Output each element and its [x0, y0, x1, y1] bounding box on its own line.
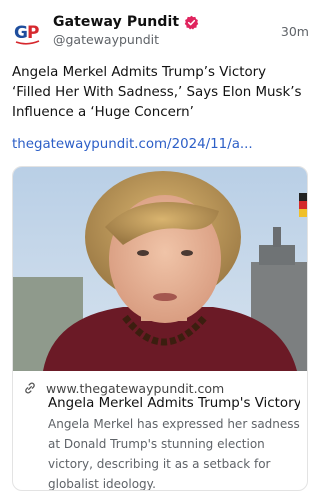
gateway-pundit-logo: G P [14, 23, 39, 45]
card-domain: www.thegatewaypundit.com [46, 380, 225, 396]
account-handle: @gatewaypundit [53, 32, 160, 47]
card-domain-row: www.thegatewaypundit.com [23, 379, 224, 397]
card-title[interactable]: Angela Merkel Admits Trump's Victory... [48, 396, 300, 411]
post-link[interactable]: thegatewaypundit.com/2024/11/a... [12, 135, 308, 155]
svg-text:P: P [27, 23, 39, 43]
link-preview-card[interactable]: www.thegatewaypundit.com Angela Merkel A… [12, 166, 308, 491]
post-timestamp: 30m [280, 24, 309, 39]
link-icon [23, 381, 37, 395]
verified-badge-icon [184, 15, 199, 30]
avatar[interactable]: G P [12, 17, 42, 47]
card-description: Angela Merkel has expressed her sadness … [48, 417, 300, 491]
account-name-row: Gateway Pundit [53, 12, 199, 32]
account-name[interactable]: Gateway Pundit [53, 14, 179, 30]
post[interactable]: G P Gateway Pundit @gatewaypundit 30m An… [0, 0, 322, 500]
card-image[interactable] [13, 167, 307, 371]
post-text: Angela Merkel Admits Trump’s Victory ‘Fi… [12, 65, 302, 120]
svg-text:G: G [14, 23, 28, 43]
